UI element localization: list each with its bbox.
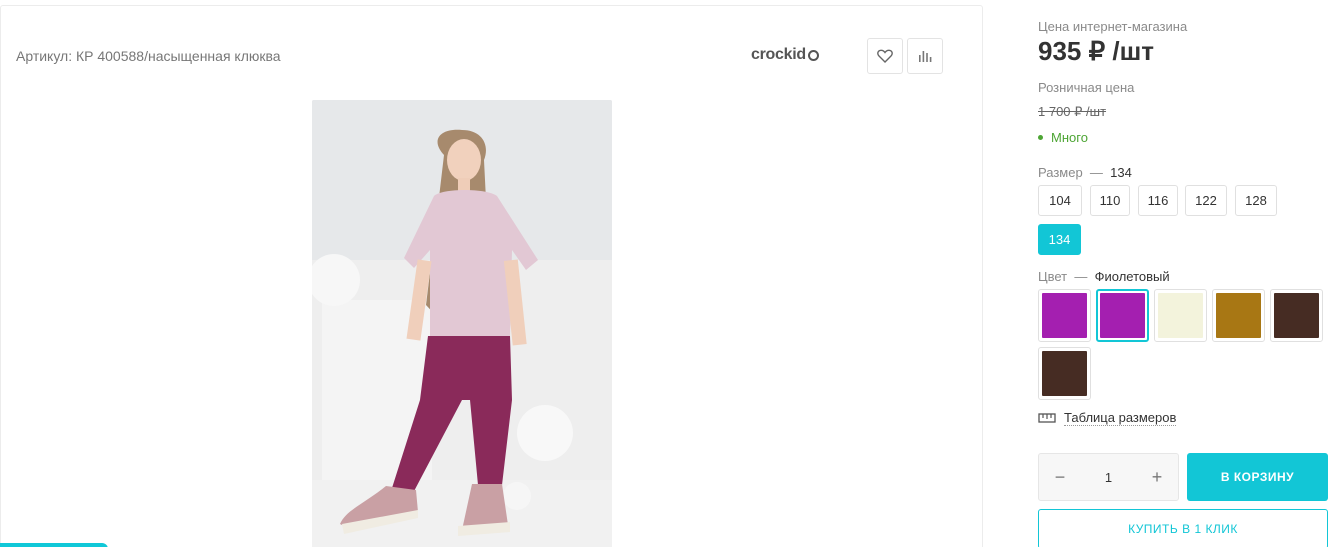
size-option-110[interactable]: 110 — [1090, 185, 1130, 216]
stock-dot-icon — [1038, 135, 1043, 140]
article-number: Артикул: КР 400588/насыщенная клюква — [16, 48, 281, 64]
brand-name: crockid — [751, 46, 806, 63]
ruler-icon — [1038, 413, 1056, 423]
size-label: Размер — [1038, 165, 1083, 180]
retail-price: 1 700 ₽ /шт — [1038, 104, 1107, 119]
quantity-value[interactable]: 1 — [1105, 470, 1112, 485]
swatch-fill — [1158, 293, 1203, 338]
swatch-fill — [1274, 293, 1319, 338]
online-price: 935 ₽ /шт — [1038, 36, 1154, 66]
swatch-fill — [1042, 293, 1087, 338]
brand-mark-icon — [807, 50, 819, 61]
swatch-fill — [1216, 293, 1261, 338]
quantity-stepper: − 1 + — [1038, 453, 1179, 501]
buy-one-click-button[interactable]: КУПИТЬ В 1 КЛИК — [1038, 509, 1328, 547]
heart-icon — [877, 49, 893, 63]
product-image — [312, 100, 612, 547]
swatch-fill — [1100, 293, 1145, 338]
decrease-button[interactable]: − — [1053, 467, 1067, 488]
brand-logo[interactable]: crockid — [751, 46, 819, 64]
compare-button[interactable] — [907, 38, 943, 74]
bar-chart-icon — [919, 51, 932, 62]
color-swatch[interactable] — [1038, 289, 1091, 342]
color-swatch[interactable] — [1038, 347, 1091, 400]
floating-tab[interactable] — [0, 543, 108, 547]
size-option-122[interactable]: 122 — [1185, 185, 1227, 216]
add-to-cart-button[interactable]: В КОРЗИНУ — [1187, 453, 1328, 501]
size-option-128[interactable]: 128 — [1235, 185, 1277, 216]
color-swatch[interactable] — [1154, 289, 1207, 342]
size-option-134[interactable]: 134 — [1038, 224, 1081, 255]
increase-button[interactable]: + — [1150, 467, 1164, 488]
retail-price-label: Розничная цена — [1038, 80, 1135, 95]
size-option-104[interactable]: 104 — [1038, 185, 1082, 216]
color-swatch[interactable] — [1212, 289, 1265, 342]
size-option-116[interactable]: 116 — [1138, 185, 1178, 216]
color-label: Цвет — [1038, 269, 1068, 284]
color-dash: — — [1074, 269, 1088, 284]
color-selected-value: Фиолетовый — [1094, 269, 1170, 284]
stock-text: Много — [1051, 130, 1088, 145]
online-price-label: Цена интернет-магазина — [1038, 19, 1188, 34]
color-swatch[interactable] — [1096, 289, 1149, 342]
stock-status: Много — [1038, 130, 1088, 145]
favorite-button[interactable] — [867, 38, 903, 74]
size-table-text: Таблица размеров — [1064, 410, 1177, 426]
size-table-link[interactable]: Таблица размеров — [1038, 410, 1177, 426]
color-selection: Цвет — Фиолетовый — [1038, 269, 1170, 284]
size-selected-value: 134 — [1110, 165, 1132, 180]
color-swatch[interactable] — [1270, 289, 1323, 342]
size-dash: — — [1089, 165, 1103, 180]
swatch-fill — [1042, 351, 1087, 396]
product-photo[interactable] — [312, 100, 612, 547]
size-selection: Размер — 134 — [1038, 165, 1132, 180]
